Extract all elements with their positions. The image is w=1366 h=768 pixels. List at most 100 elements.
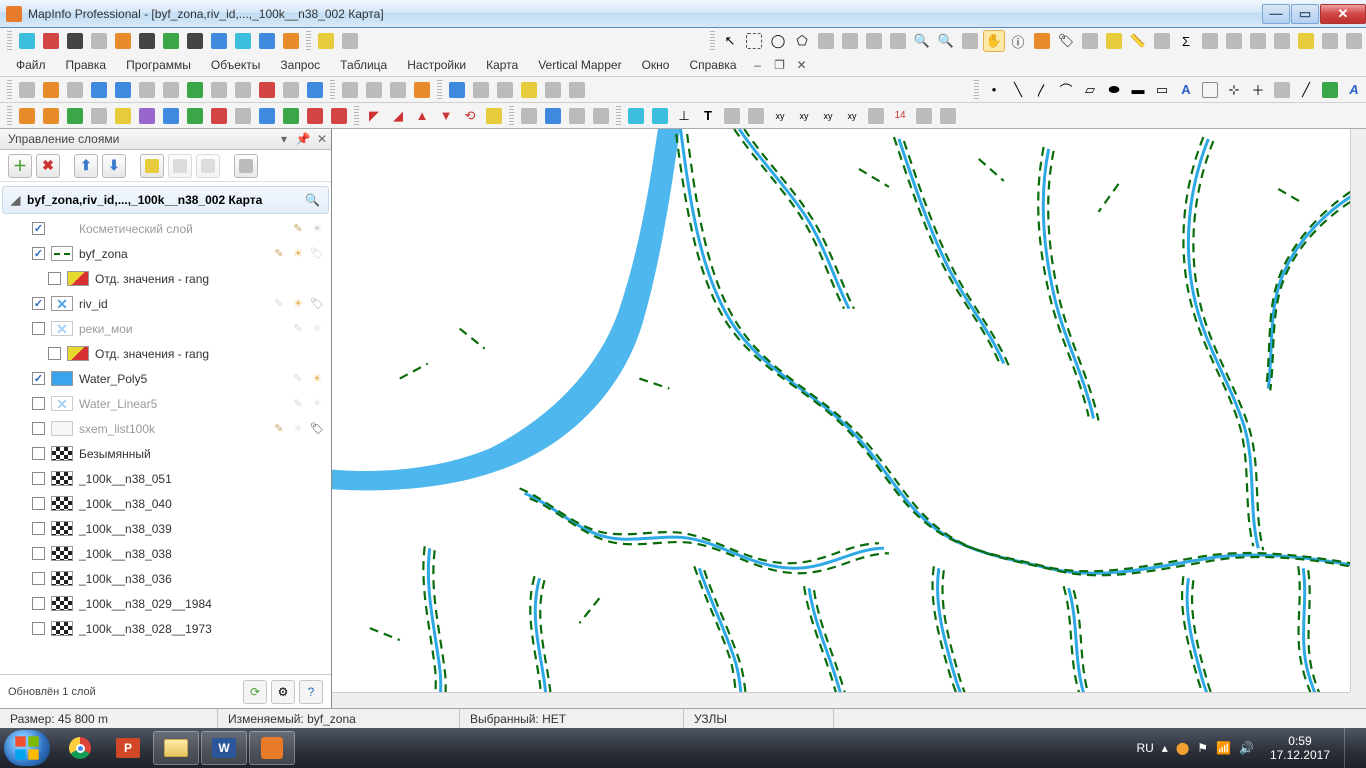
t3-13[interactable] xyxy=(304,105,326,127)
t2-2[interactable] xyxy=(40,79,62,101)
layer-visibility-checkbox[interactable] xyxy=(32,597,45,610)
toolbar-grip[interactable] xyxy=(306,31,311,51)
t2-7[interactable] xyxy=(160,79,182,101)
t3-4[interactable] xyxy=(88,105,110,127)
toolbar-grip[interactable] xyxy=(330,80,335,100)
toolbar-grip[interactable] xyxy=(710,31,715,51)
layer-row[interactable]: Безымянный xyxy=(2,441,329,466)
t2-22[interactable] xyxy=(542,79,564,101)
tray-action-icon[interactable]: ⚑ xyxy=(1197,741,1208,755)
tool-1[interactable] xyxy=(16,30,38,52)
clip-icon[interactable] xyxy=(1223,30,1245,52)
dragmap-icon[interactable] xyxy=(1247,30,1269,52)
draw-point-icon[interactable]: • xyxy=(983,79,1005,101)
t2-21[interactable] xyxy=(518,79,540,101)
layer-edit-icon[interactable]: ✎ xyxy=(290,371,306,387)
nav-select-circle[interactable]: ◯ xyxy=(767,30,789,52)
toolbar-grip[interactable] xyxy=(509,106,514,126)
layer-style-icon[interactable]: ☀ xyxy=(309,321,325,337)
minimize-button[interactable]: — xyxy=(1262,4,1290,24)
draw-line-icon[interactable]: ╲ xyxy=(1007,79,1029,101)
layer-visibility-checkbox[interactable] xyxy=(32,372,45,385)
t2-5[interactable] xyxy=(112,79,134,101)
layer-row[interactable]: Water_Poly5✎☀ xyxy=(2,366,329,391)
district-icon[interactable] xyxy=(1199,30,1221,52)
t3-27[interactable]: ⊥ xyxy=(673,105,695,127)
t2-20[interactable] xyxy=(494,79,516,101)
layer-row[interactable]: _100k__n38_038 xyxy=(2,541,329,566)
t3-11[interactable] xyxy=(256,105,278,127)
t3-31[interactable]: xy xyxy=(769,105,791,127)
t2-8[interactable] xyxy=(184,79,206,101)
remove-layer-button[interactable]: ✖ xyxy=(36,154,60,178)
symbol-style-icon[interactable] xyxy=(1271,79,1293,101)
layer-style-icon[interactable]: ☀ xyxy=(290,296,306,312)
menu-objects[interactable]: Объекты xyxy=(201,55,271,75)
menu-window[interactable]: Окно xyxy=(632,55,680,75)
tool-10[interactable] xyxy=(232,30,254,52)
layer-visibility-checkbox[interactable] xyxy=(32,322,45,335)
panel-options-icon[interactable]: ▾ xyxy=(275,130,293,148)
toolbar-grip[interactable] xyxy=(7,80,12,100)
t3-17[interactable]: ▲ xyxy=(411,105,433,127)
layer-style-icon[interactable]: ☀ xyxy=(290,421,306,437)
layer-btn-a[interactable] xyxy=(168,154,192,178)
t2-17[interactable] xyxy=(411,79,433,101)
layer-row[interactable]: sxem_list100k✎☀🏷 xyxy=(2,416,329,441)
t3-8[interactable] xyxy=(184,105,206,127)
draw-roundrect-icon[interactable]: ▭ xyxy=(1151,79,1173,101)
layer-visibility-checkbox[interactable] xyxy=(32,622,45,635)
t3-30[interactable] xyxy=(745,105,767,127)
t3-34[interactable]: xy xyxy=(841,105,863,127)
info-icon[interactable]: ⓘ xyxy=(1007,30,1029,52)
toolbar-grip[interactable] xyxy=(7,106,12,126)
zoom-extent-icon[interactable] xyxy=(959,30,981,52)
t3-29[interactable] xyxy=(721,105,743,127)
t2-6[interactable] xyxy=(136,79,158,101)
layer-row[interactable]: _100k__n38_029__1984 xyxy=(2,591,329,616)
menu-help[interactable]: Справка xyxy=(679,55,746,75)
tool-4[interactable] xyxy=(88,30,110,52)
t3-3[interactable] xyxy=(64,105,86,127)
menu-file[interactable]: Файл xyxy=(6,55,56,75)
layer-row[interactable]: byf_zona✎☀🏷 xyxy=(2,241,329,266)
layer-visibility-checkbox[interactable] xyxy=(32,247,45,260)
layer-visibility-checkbox[interactable] xyxy=(32,547,45,560)
tool-2[interactable] xyxy=(40,30,62,52)
tool-13[interactable] xyxy=(315,30,337,52)
tray-flag-icon[interactable]: ▴ xyxy=(1162,741,1168,755)
t2-1[interactable] xyxy=(16,79,38,101)
refresh-button[interactable]: ⟳ xyxy=(243,680,267,704)
zoom-in-icon[interactable]: 🔍 xyxy=(911,30,933,52)
layer-tree-root[interactable]: ◢ byf_zona,riv_id,...,_100k__n38_002 Кар… xyxy=(2,186,329,214)
tree-collapse-arrow[interactable]: ◢ xyxy=(11,193,23,207)
layer-visibility-checkbox[interactable] xyxy=(32,447,45,460)
t2-16[interactable] xyxy=(387,79,409,101)
layer-row[interactable]: Косметический слой✎☀ xyxy=(2,216,329,241)
map-horizontal-scrollbar[interactable] xyxy=(332,692,1350,708)
t3-20[interactable] xyxy=(483,105,505,127)
layer-row[interactable]: ✕Water_Linear5✎☀ xyxy=(2,391,329,416)
layer-visibility-checkbox[interactable] xyxy=(32,522,45,535)
draw-rect-icon[interactable]: ▬ xyxy=(1127,79,1149,101)
t3-10[interactable] xyxy=(232,105,254,127)
layer-row[interactable]: Отд. значения - rang xyxy=(2,341,329,366)
misc-1[interactable] xyxy=(1271,30,1293,52)
layer-style-icon[interactable]: ☀ xyxy=(309,396,325,412)
misc-3[interactable] xyxy=(1319,30,1341,52)
t3-16[interactable]: ◢ xyxy=(387,105,409,127)
layer-row[interactable]: _100k__n38_039 xyxy=(2,516,329,541)
tray-network-icon[interactable]: 📶 xyxy=(1216,741,1231,755)
layer-row[interactable]: ✕riv_id✎☀🏷 xyxy=(2,291,329,316)
nav-select-region[interactable] xyxy=(815,30,837,52)
label-icon[interactable]: 🏷 xyxy=(1055,30,1077,52)
t3-32[interactable]: xy xyxy=(793,105,815,127)
mdi-minimize[interactable]: – xyxy=(748,57,768,73)
task-mapinfo[interactable] xyxy=(249,731,295,765)
t3-28[interactable]: T xyxy=(697,105,719,127)
t3-25[interactable] xyxy=(625,105,647,127)
t3-24[interactable] xyxy=(590,105,612,127)
menu-verticalmapper[interactable]: Vertical Mapper xyxy=(528,55,631,75)
t3-22[interactable] xyxy=(542,105,564,127)
t3-6[interactable] xyxy=(136,105,158,127)
